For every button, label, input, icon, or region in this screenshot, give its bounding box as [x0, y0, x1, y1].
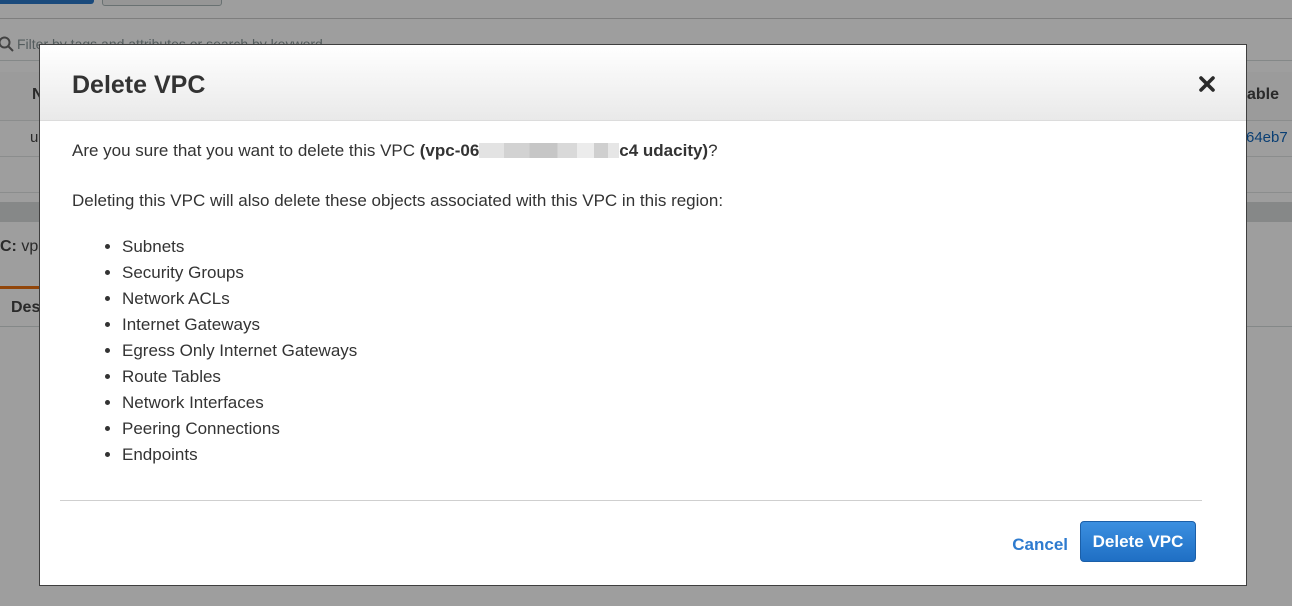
vpc-identifier: (vpc-06 c4 udacity)	[419, 141, 709, 160]
close-button[interactable]	[1198, 75, 1216, 93]
footer-divider	[60, 500, 1202, 501]
list-item: Peering Connections	[122, 416, 1214, 442]
redacted-vpc-id	[479, 143, 620, 158]
associated-objects-list: Subnets Security Groups Network ACLs Int…	[72, 234, 1214, 468]
confirm-question: Are you sure that you want to delete thi…	[72, 141, 718, 160]
dialog-body: Are you sure that you want to delete thi…	[72, 141, 1214, 468]
list-item: Internet Gateways	[122, 312, 1214, 338]
list-item: Route Tables	[122, 364, 1214, 390]
list-item: Endpoints	[122, 442, 1214, 468]
list-item: Network ACLs	[122, 286, 1214, 312]
list-item: Network Interfaces	[122, 390, 1214, 416]
delete-vpc-button[interactable]: Delete VPC	[1080, 521, 1196, 562]
list-item: Subnets	[122, 234, 1214, 260]
list-item: Egress Only Internet Gateways	[122, 338, 1214, 364]
cancel-button[interactable]: Cancel	[1012, 535, 1068, 555]
list-item: Security Groups	[122, 260, 1214, 286]
delete-info-text: Deleting this VPC will also delete these…	[72, 191, 724, 210]
dialog-title: Delete VPC	[72, 71, 206, 99]
dialog-header: Delete VPC	[40, 45, 1246, 121]
delete-vpc-dialog: Delete VPC Are you sure that you want to…	[39, 44, 1247, 586]
close-icon	[1199, 76, 1215, 92]
